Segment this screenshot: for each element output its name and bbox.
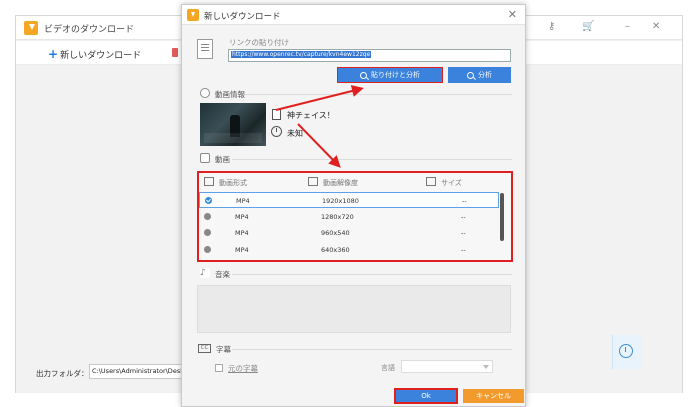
new-download-dialog: 新しいダウンロード ✕ リンクの貼り付け https://www.openrec… — [181, 4, 526, 407]
divider — [245, 94, 512, 95]
video-duration: 未知 — [287, 129, 303, 138]
cart-icon[interactable]: 🛒 — [582, 21, 594, 32]
row-format: MP4 — [235, 229, 249, 237]
new-download-label: 新しいダウンロード — [60, 51, 142, 61]
radio-checked-icon[interactable] — [205, 197, 212, 204]
analyze-button[interactable]: 分析 — [448, 67, 511, 83]
dialog-titlebar: 新しいダウンロード ✕ — [182, 5, 525, 25]
resolution-column-header: 動画解像度 — [323, 179, 358, 187]
alarm-button[interactable] — [612, 335, 642, 369]
row-resolution: 1280x720 — [321, 213, 354, 221]
info-icon — [200, 88, 210, 98]
subtitle-cc-icon: CC — [198, 344, 211, 353]
close-icon[interactable]: ✕ — [652, 21, 660, 32]
divider — [232, 274, 512, 275]
dialog-logo-icon — [187, 9, 199, 21]
dialog-close-icon[interactable]: ✕ — [508, 8, 517, 21]
row-format: MP4 — [235, 246, 249, 254]
video-section-icon — [200, 153, 210, 163]
size-icon — [426, 177, 436, 186]
analyze-label: 分析 — [478, 71, 492, 79]
paste-and-analyze-button[interactable]: 貼り付けと分析 — [337, 67, 443, 83]
audio-section-label: 音楽 — [215, 270, 230, 279]
app-title: ビデオのダウンロード — [44, 25, 135, 35]
language-label: 言語 — [381, 364, 395, 372]
row-resolution: 960x540 — [321, 229, 350, 237]
video-section-label: 動画 — [215, 155, 230, 164]
format-row[interactable]: MP4 640x360 -- — [199, 242, 499, 258]
row-format: MP4 — [235, 213, 249, 221]
plus-icon: + — [48, 47, 59, 61]
ok-button[interactable]: Ok — [394, 388, 458, 404]
radio-icon[interactable] — [204, 246, 211, 253]
format-row[interactable]: MP4 1280x720 -- — [199, 209, 499, 225]
music-note-icon: ♪ — [200, 268, 210, 278]
format-row[interactable]: MP4 960x540 -- — [199, 225, 499, 241]
language-select[interactable] — [401, 360, 493, 373]
divider — [232, 159, 512, 160]
video-format-list: 動画形式 動画解像度 サイズ MP4 1920x1080 -- MP4 1280… — [197, 171, 513, 262]
format-list-scrollbar[interactable] — [500, 193, 504, 241]
minimize-icon[interactable]: – — [625, 21, 630, 32]
document-icon — [272, 109, 281, 120]
audio-list — [197, 285, 511, 333]
divider — [232, 349, 512, 350]
row-size: -- — [462, 197, 467, 205]
format-icon — [204, 177, 214, 186]
paste-and-analyze-label: 貼り付けと分析 — [371, 71, 420, 79]
url-input[interactable]: https://www.openrec.tv/capture/kvn4ew12z… — [228, 49, 511, 62]
output-folder-label: 出力フォルダ： — [36, 369, 89, 378]
row-size: -- — [461, 229, 466, 237]
format-row[interactable]: MP4 1920x1080 -- — [199, 192, 499, 208]
row-format: MP4 — [236, 197, 250, 205]
search-icon — [360, 71, 367, 79]
row-resolution: 1920x1080 — [322, 197, 359, 205]
link-paste-label: リンクの貼り付け — [229, 38, 289, 47]
original-subtitle-label[interactable]: 元の字幕 — [228, 363, 258, 374]
video-info-label: 動画情報 — [215, 90, 245, 99]
video-thumbnail — [200, 103, 266, 146]
row-resolution: 640x360 — [321, 246, 350, 254]
url-document-icon — [197, 39, 213, 59]
row-size: -- — [461, 213, 466, 221]
subtitle-section-label: 字幕 — [216, 345, 231, 354]
size-column-header: サイズ — [441, 179, 462, 187]
key-icon[interactable]: ⚷ — [548, 21, 555, 32]
video-title: 神チェイス！ — [287, 111, 335, 120]
row-size: -- — [461, 246, 466, 254]
original-subtitle-checkbox[interactable] — [215, 364, 223, 372]
format-column-header: 動画形式 — [219, 179, 247, 187]
dialog-title: 新しいダウンロード — [204, 12, 281, 22]
search-icon — [467, 71, 474, 79]
resolution-icon — [308, 177, 318, 186]
new-download-button[interactable]: + 新しいダウンロード — [48, 47, 141, 61]
cancel-button[interactable]: キャンセル — [463, 389, 524, 403]
clock-icon — [271, 126, 282, 137]
app-logo-icon — [24, 21, 38, 35]
url-text: https://www.openrec.tv/capture/kvn4ew12z… — [231, 51, 372, 58]
trash-icon[interactable] — [172, 48, 178, 57]
radio-icon[interactable] — [204, 229, 211, 236]
alarm-clock-icon — [619, 344, 633, 358]
radio-icon[interactable] — [204, 213, 211, 220]
